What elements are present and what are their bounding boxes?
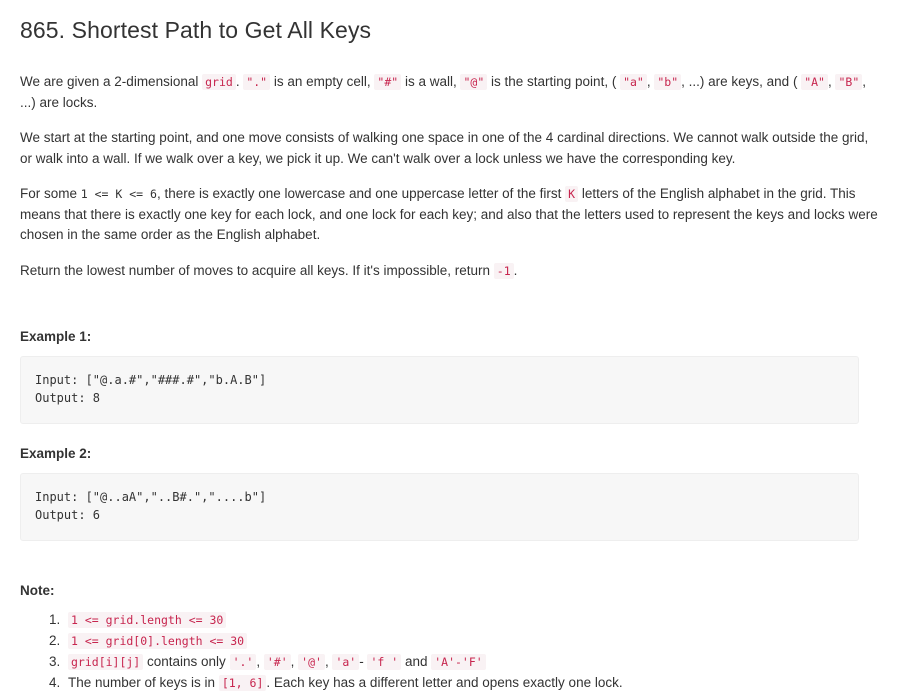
- list-item: The number of keys is in [1, 6]. Each ke…: [64, 673, 879, 694]
- text-fragment: ,: [256, 654, 264, 669]
- inline-code-char-a-lower: 'a': [332, 654, 360, 670]
- inline-code-char-hash: '#': [263, 654, 291, 670]
- description-paragraph-1: We are given a 2-dimensional grid. "." i…: [20, 72, 879, 113]
- problem-page: 865. Shortest Path to Get All Keys We ar…: [0, 0, 899, 694]
- inline-code-char-at: '@': [298, 654, 325, 670]
- text-fragment: is an empty cell,: [270, 74, 375, 89]
- text-fragment: . Each key has a different letter and op…: [266, 675, 623, 690]
- list-item: 1 <= grid[0].length <= 30: [64, 631, 879, 652]
- inline-code-wall: "#": [374, 74, 402, 90]
- text-fragment: and: [401, 654, 432, 669]
- text-fragment: , there is exactly one lowercase and one…: [156, 186, 566, 201]
- list-item: grid[i][j] contains only '.', '#', '@', …: [64, 652, 879, 673]
- description-paragraph-2: We start at the starting point, and one …: [20, 128, 879, 169]
- inline-code-start: "@": [460, 74, 488, 90]
- inline-code-grid-row-length: 1 <= grid[0].length <= 30: [68, 633, 248, 649]
- inline-code-key-a: "a": [620, 74, 647, 90]
- inline-code-k: K: [565, 186, 579, 202]
- inline-code-char-dot: '.': [229, 654, 257, 670]
- description-paragraph-3: For some 1 <= K <= 6, there is exactly o…: [20, 184, 879, 246]
- text-fragment: We start at the starting point, and one …: [20, 130, 869, 166]
- text-fragment: We are given a 2-dimensional: [20, 74, 203, 89]
- text-fragment: is a wall,: [401, 74, 461, 89]
- text-fragment: , ...) are keys, and (: [681, 74, 802, 89]
- inline-code-keys-range: [1, 6]: [218, 675, 267, 691]
- inline-code-grid: grid: [202, 74, 236, 90]
- inline-code-lock-a: "A": [801, 74, 828, 90]
- inline-code-lock-b: "B": [835, 74, 863, 90]
- inline-code-k-range: 1 <= K <= 6: [80, 187, 157, 201]
- text-fragment: is the starting point, (: [487, 74, 621, 89]
- example-2-heading: Example 2:: [20, 446, 92, 461]
- inline-code-char-f-lower: 'f ': [367, 654, 402, 670]
- inline-code-grid-length: 1 <= grid.length <= 30: [68, 612, 227, 628]
- description-paragraph-4: Return the lowest number of moves to acq…: [20, 261, 879, 282]
- text-fragment: The number of keys is in: [68, 675, 219, 690]
- text-fragment: .: [513, 262, 518, 278]
- inline-code-grid-ij: grid[i][j]: [68, 654, 144, 670]
- example-1-heading: Example 1:: [20, 329, 92, 344]
- note-heading: Note:: [20, 583, 55, 598]
- text-fragment: Return the lowest number of moves to acq…: [20, 262, 494, 278]
- inline-code-minus-one: -1: [493, 262, 514, 279]
- list-item: 1 <= grid.length <= 30: [64, 610, 879, 631]
- page-title: 865. Shortest Path to Get All Keys: [20, 17, 372, 43]
- text-fragment: For some: [20, 186, 81, 201]
- inline-code-empty-cell: ".": [243, 74, 271, 90]
- inline-code-key-b: "b": [654, 74, 682, 90]
- example-2-code-block: Input: ["@..aA","..B#.","....b"] Output:…: [20, 473, 859, 541]
- example-1-code-block: Input: ["@.a.#","###.#","b.A.B"] Output:…: [20, 356, 859, 424]
- inline-code-char-a-f-upper: 'A'-'F': [431, 654, 486, 670]
- text-fragment: contains only: [143, 654, 230, 669]
- note-list: 1 <= grid.length <= 30 1 <= grid[0].leng…: [20, 610, 879, 694]
